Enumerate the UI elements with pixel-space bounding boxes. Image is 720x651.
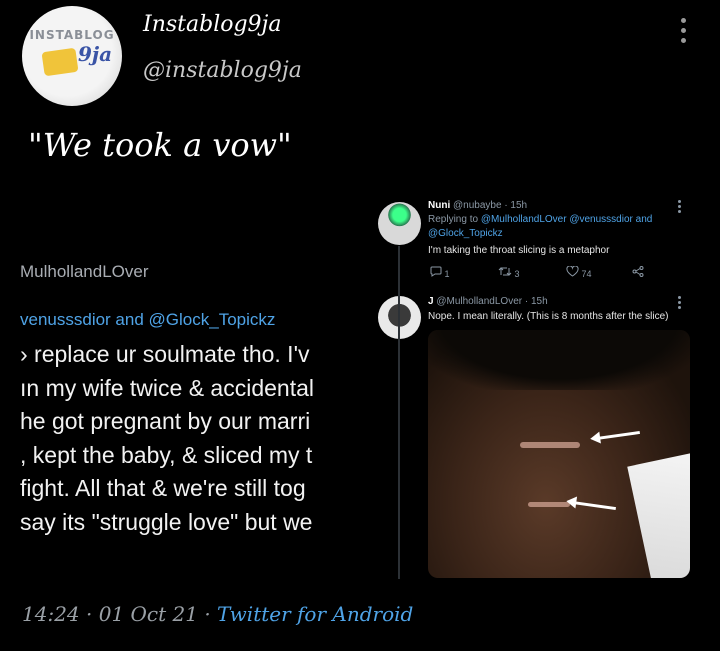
replying-to: Replying to @MulhollandLOver @venusssdio… [428, 214, 652, 225]
retweet-count: 3 [514, 269, 520, 279]
embedded-reply-thread: Nuni @nubaybe · 15h Replying to @Mulholl… [368, 188, 696, 580]
reply-header: J @MulhollandLOver · 15h [428, 296, 548, 307]
photo-scar [528, 502, 570, 507]
embedded-line: ın my wife twice & accidental [20, 374, 315, 401]
embedded-handle: MulhollandLOver [20, 262, 149, 281]
reply-header: Nuni @nubaybe · 15h [428, 200, 527, 211]
embedded-text: › replace ur soulmate tho. I'v ın my wif… [20, 338, 314, 539]
replying-mentions-2[interactable]: @Glock_Topickz [428, 228, 503, 239]
reply-handle[interactable]: @nubaybe [453, 200, 502, 211]
tweet-meta: 14:24 · 01 Oct 21 · Twitter for Android [22, 602, 414, 626]
like-action[interactable]: 74 [566, 265, 592, 279]
embedded-line: , kept the baby, & sliced my t [20, 441, 313, 468]
profile-avatar[interactable]: INSTABLOG 9ja [22, 6, 122, 106]
user-handle[interactable]: @instablog9ja [143, 58, 302, 83]
thread-divider [398, 246, 400, 579]
reply-name[interactable]: J [428, 296, 434, 307]
reply-text: I'm taking the throat slicing is a metap… [428, 245, 610, 256]
photo-hair [428, 330, 690, 390]
tweet-text: "We took a vow" [28, 126, 292, 164]
embedded-line: › replace ur soulmate tho. I'v [20, 341, 310, 367]
share-action[interactable] [632, 266, 644, 279]
avatar-logo-mark [41, 47, 79, 77]
embedded-line: say its "struggle love" but we [20, 508, 313, 535]
reply-handle[interactable]: @MulhollandLOver [436, 296, 522, 307]
retweet-action[interactable]: 3 [498, 266, 520, 279]
avatar-logo-text: INSTABLOG [29, 28, 115, 42]
more-icon[interactable] [678, 296, 681, 311]
tweet-time[interactable]: 14:24 [22, 602, 80, 626]
reply-name[interactable]: Nuni [428, 200, 450, 211]
arrow-icon [572, 500, 616, 511]
photo-scar [520, 442, 580, 448]
arrow-icon [596, 430, 640, 441]
embedded-tweet-left: MulhollandLOver venusssdior and @Glock_T… [0, 255, 378, 585]
reply-icon [430, 266, 442, 277]
replying-mentions[interactable]: @MulhollandLOver @venusssdior and [481, 214, 653, 225]
tweet-source[interactable]: Twitter for Android [217, 602, 413, 626]
like-count: 74 [581, 269, 592, 279]
reply-time: · 15h [524, 296, 548, 307]
reply-time: · 15h [504, 200, 528, 211]
photo-shirt [627, 452, 690, 578]
embedded-line: fight. All that & we're still tog [20, 475, 306, 501]
attached-photo[interactable] [428, 330, 690, 578]
replying-label: Replying to [428, 214, 479, 225]
share-icon [632, 266, 644, 277]
reply-text: Nope. I mean literally. (This is 8 month… [428, 311, 669, 322]
more-icon[interactable] [678, 200, 681, 215]
display-name[interactable]: Instablog9ja [143, 12, 282, 37]
embedded-line: he got pregnant by our marri [20, 408, 311, 434]
more-options-icon[interactable] [676, 18, 690, 48]
like-icon [566, 265, 579, 277]
reply-avatar[interactable] [378, 202, 421, 245]
retweet-icon [498, 267, 512, 276]
reply-action[interactable]: 1 [430, 266, 450, 279]
tweet-date[interactable]: 01 Oct 21 [99, 602, 198, 626]
embedded-mentions: venusssdior and @Glock_Topickz [20, 310, 276, 329]
reply-count: 1 [444, 269, 450, 279]
avatar-logo-suffix: 9ja [78, 42, 113, 66]
